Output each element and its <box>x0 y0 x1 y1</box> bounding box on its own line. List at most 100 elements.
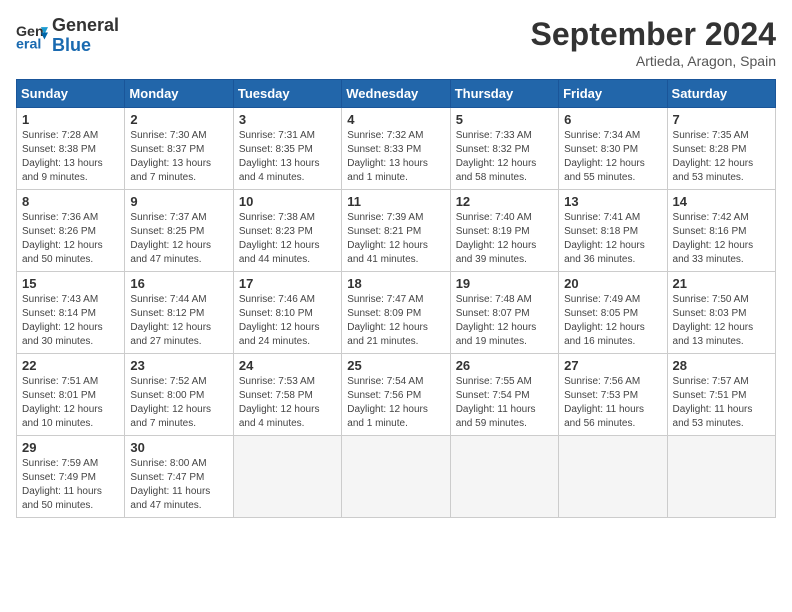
calendar-week-1: 1Sunrise: 7:28 AM Sunset: 8:38 PM Daylig… <box>17 108 776 190</box>
day-number: 3 <box>239 112 336 127</box>
day-number: 13 <box>564 194 661 209</box>
day-info: Sunrise: 7:52 AM Sunset: 8:00 PM Dayligh… <box>130 375 227 431</box>
calendar-cell-day-8: 8 Sunrise: 7:36 AM Sunset: 8:26 PM Daylig… <box>17 190 125 272</box>
day-info: Sunrise: 7:30 AM Sunset: 8:37 PM Dayligh… <box>130 129 227 185</box>
calendar-body: 1Sunrise: 7:28 AM Sunset: 8:38 PM Daylig… <box>17 108 776 518</box>
day-info: Sunrise: 7:47 AM Sunset: 8:09 PM Dayligh… <box>347 293 444 349</box>
day-number: 7 <box>673 112 770 127</box>
day-info: Sunrise: 7:55 AM Sunset: 7:54 PM Dayligh… <box>456 375 553 431</box>
calendar-cell-day-29: 29 Sunrise: 7:59 AM Sunset: 7:49 PM Dayli… <box>17 436 125 518</box>
calendar-cell-day-2: 2Sunrise: 7:30 AM Sunset: 8:37 PM Daylig… <box>125 108 233 190</box>
calendar-cell-day-30: 30Sunrise: 8:00 AM Sunset: 7:47 PM Dayli… <box>125 436 233 518</box>
calendar-cell-day-20: 20Sunrise: 7:49 AM Sunset: 8:05 PM Dayli… <box>559 272 667 354</box>
day-info: Sunrise: 7:53 AM Sunset: 7:58 PM Dayligh… <box>239 375 336 431</box>
calendar-cell-day-22: 22 Sunrise: 7:51 AM Sunset: 8:01 PM Dayli… <box>17 354 125 436</box>
day-info: Sunrise: 7:42 AM Sunset: 8:16 PM Dayligh… <box>673 211 770 267</box>
calendar-week-5: 29 Sunrise: 7:59 AM Sunset: 7:49 PM Dayli… <box>17 436 776 518</box>
calendar-cell-day-15: 15 Sunrise: 7:43 AM Sunset: 8:14 PM Dayli… <box>17 272 125 354</box>
day-info: Sunrise: 7:32 AM Sunset: 8:33 PM Dayligh… <box>347 129 444 185</box>
day-info: Sunrise: 7:46 AM Sunset: 8:10 PM Dayligh… <box>239 293 336 349</box>
day-info: Sunrise: 7:51 AM Sunset: 8:01 PM Dayligh… <box>22 375 119 431</box>
day-number: 8 <box>22 194 119 209</box>
calendar-cell-day-10: 10 Sunrise: 7:38 AM Sunset: 8:23 PM Dayli… <box>233 190 341 272</box>
day-number: 24 <box>239 358 336 373</box>
calendar-header-monday: Monday <box>125 80 233 108</box>
calendar-week-3: 15 Sunrise: 7:43 AM Sunset: 8:14 PM Dayli… <box>17 272 776 354</box>
day-info: Sunrise: 7:50 AM Sunset: 8:03 PM Dayligh… <box>673 293 770 349</box>
calendar-cell-day-17: 17 Sunrise: 7:46 AM Sunset: 8:10 PM Dayli… <box>233 272 341 354</box>
calendar-cell-day-12: 12 Sunrise: 7:40 AM Sunset: 8:19 PM Dayli… <box>450 190 558 272</box>
empty-cell <box>667 436 775 518</box>
day-number: 17 <box>239 276 336 291</box>
day-number: 16 <box>130 276 227 291</box>
day-number: 19 <box>456 276 553 291</box>
calendar-cell-day-23: 23 Sunrise: 7:52 AM Sunset: 8:00 PM Dayli… <box>125 354 233 436</box>
day-info: Sunrise: 7:43 AM Sunset: 8:14 PM Dayligh… <box>22 293 119 349</box>
day-info: Sunrise: 7:59 AM Sunset: 7:49 PM Dayligh… <box>22 457 119 513</box>
day-number: 5 <box>456 112 553 127</box>
day-number: 10 <box>239 194 336 209</box>
day-number: 12 <box>456 194 553 209</box>
day-number: 14 <box>673 194 770 209</box>
day-info: Sunrise: 7:31 AM Sunset: 8:35 PM Dayligh… <box>239 129 336 185</box>
day-number: 30 <box>130 440 227 455</box>
calendar-header-wednesday: Wednesday <box>342 80 450 108</box>
day-info: Sunrise: 7:37 AM Sunset: 8:25 PM Dayligh… <box>130 211 227 267</box>
calendar-week-2: 8 Sunrise: 7:36 AM Sunset: 8:26 PM Daylig… <box>17 190 776 272</box>
day-number: 18 <box>347 276 444 291</box>
empty-cell <box>342 436 450 518</box>
svg-text:eral: eral <box>16 36 41 52</box>
calendar-cell-day-18: 18 Sunrise: 7:47 AM Sunset: 8:09 PM Dayli… <box>342 272 450 354</box>
calendar-header-saturday: Saturday <box>667 80 775 108</box>
calendar-cell-day-21: 21 Sunrise: 7:50 AM Sunset: 8:03 PM Dayli… <box>667 272 775 354</box>
month-title: September 2024 <box>531 16 776 53</box>
calendar-cell-day-11: 11 Sunrise: 7:39 AM Sunset: 8:21 PM Dayli… <box>342 190 450 272</box>
day-number: 29 <box>22 440 119 455</box>
day-number: 27 <box>564 358 661 373</box>
calendar-cell-day-24: 24 Sunrise: 7:53 AM Sunset: 7:58 PM Dayli… <box>233 354 341 436</box>
calendar-cell-day-3: 3 Sunrise: 7:31 AM Sunset: 8:35 PM Daylig… <box>233 108 341 190</box>
day-info: Sunrise: 7:40 AM Sunset: 8:19 PM Dayligh… <box>456 211 553 267</box>
logo: Gen eral General Blue <box>16 16 119 56</box>
calendar-cell-day-13: 13Sunrise: 7:41 AM Sunset: 8:18 PM Dayli… <box>559 190 667 272</box>
day-number: 15 <box>22 276 119 291</box>
calendar-cell-day-14: 14 Sunrise: 7:42 AM Sunset: 8:16 PM Dayli… <box>667 190 775 272</box>
calendar-cell-day-6: 6Sunrise: 7:34 AM Sunset: 8:30 PM Daylig… <box>559 108 667 190</box>
day-info: Sunrise: 7:38 AM Sunset: 8:23 PM Dayligh… <box>239 211 336 267</box>
calendar-cell-day-25: 25Sunrise: 7:54 AM Sunset: 7:56 PM Dayli… <box>342 354 450 436</box>
calendar-header-friday: Friday <box>559 80 667 108</box>
day-number: 1 <box>22 112 119 127</box>
calendar-cell-day-16: 16Sunrise: 7:44 AM Sunset: 8:12 PM Dayli… <box>125 272 233 354</box>
calendar-cell-day-4: 4 Sunrise: 7:32 AM Sunset: 8:33 PM Daylig… <box>342 108 450 190</box>
logo-line1: General <box>52 16 119 36</box>
day-number: 21 <box>673 276 770 291</box>
calendar-header-thursday: Thursday <box>450 80 558 108</box>
day-number: 23 <box>130 358 227 373</box>
day-number: 4 <box>347 112 444 127</box>
day-info: Sunrise: 7:57 AM Sunset: 7:51 PM Dayligh… <box>673 375 770 431</box>
day-info: Sunrise: 7:56 AM Sunset: 7:53 PM Dayligh… <box>564 375 661 431</box>
day-number: 11 <box>347 194 444 209</box>
calendar-cell-day-28: 28 Sunrise: 7:57 AM Sunset: 7:51 PM Dayli… <box>667 354 775 436</box>
calendar-cell-day-19: 19 Sunrise: 7:48 AM Sunset: 8:07 PM Dayli… <box>450 272 558 354</box>
day-info: Sunrise: 7:54 AM Sunset: 7:56 PM Dayligh… <box>347 375 444 431</box>
day-info: Sunrise: 7:39 AM Sunset: 8:21 PM Dayligh… <box>347 211 444 267</box>
day-number: 9 <box>130 194 227 209</box>
day-info: Sunrise: 7:48 AM Sunset: 8:07 PM Dayligh… <box>456 293 553 349</box>
calendar-header-sunday: Sunday <box>17 80 125 108</box>
calendar-cell-day-5: 5 Sunrise: 7:33 AM Sunset: 8:32 PM Daylig… <box>450 108 558 190</box>
location-subtitle: Artieda, Aragon, Spain <box>531 53 776 69</box>
calendar-cell-day-27: 27 Sunrise: 7:56 AM Sunset: 7:53 PM Dayli… <box>559 354 667 436</box>
calendar-table: SundayMondayTuesdayWednesdayThursdayFrid… <box>16 79 776 518</box>
day-number: 22 <box>22 358 119 373</box>
day-number: 28 <box>673 358 770 373</box>
calendar-week-4: 22 Sunrise: 7:51 AM Sunset: 8:01 PM Dayli… <box>17 354 776 436</box>
day-number: 6 <box>564 112 661 127</box>
title-area: September 2024 Artieda, Aragon, Spain <box>531 16 776 69</box>
empty-cell <box>450 436 558 518</box>
day-info: Sunrise: 7:33 AM Sunset: 8:32 PM Dayligh… <box>456 129 553 185</box>
day-info: Sunrise: 7:36 AM Sunset: 8:26 PM Dayligh… <box>22 211 119 267</box>
day-number: 20 <box>564 276 661 291</box>
calendar-cell-day-7: 7Sunrise: 7:35 AM Sunset: 8:28 PM Daylig… <box>667 108 775 190</box>
empty-cell <box>233 436 341 518</box>
